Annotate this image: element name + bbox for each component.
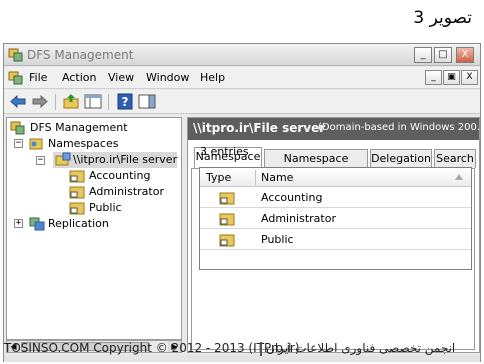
replication-icon [29,217,45,231]
entries-count: 3 entries [200,145,249,158]
console-tree: DFS Management − Namespaces \\itpro.ir\F… [6,117,182,340]
folder-link-icon [69,186,85,199]
column-type[interactable]: Type [206,171,231,184]
mdi-minimize-button[interactable]: _ [425,70,442,85]
tree-label-namespaces: Namespaces [48,137,119,150]
expand-toggle[interactable]: + [14,219,23,228]
namespace-root-icon [55,152,71,166]
list-header: Type Name [200,168,471,187]
menu-view[interactable]: View [108,71,134,84]
tree-label-accounting: Accounting [89,169,151,182]
tab-namespace-servers[interactable]: Namespace Servers [264,149,368,182]
back-arrow-icon[interactable] [9,93,27,110]
up-folder-icon[interactable] [62,93,80,110]
menu-help[interactable]: Help [200,71,225,84]
dfs-management-icon [10,121,25,135]
tree-item-namespace-file-server[interactable]: \\itpro.ir\File server [53,152,177,168]
tree-label-file-server: \\itpro.ir\File server [73,153,178,166]
mdi-restore-button[interactable]: ▣ [443,70,460,85]
folder-link-icon [219,234,235,247]
list-item[interactable]: Public [200,230,471,250]
collapse-toggle[interactable]: − [14,139,23,148]
tree-label-public: Public [89,201,122,214]
dfs-app-icon [8,48,23,62]
toolbar: ? [4,90,480,114]
menu-action[interactable]: Action [62,71,96,84]
list-item-name: Accounting [261,191,323,204]
collapse-toggle[interactable]: − [36,156,45,165]
folder-link-icon [219,213,235,226]
mdi-close-button[interactable]: X [461,70,478,85]
title-bar: DFS Management _ □ X [4,44,480,66]
tree-label-administrator: Administrator [89,185,164,198]
tree-item-accounting[interactable]: Accounting [69,168,177,184]
tree-item-namespaces[interactable]: − Namespaces [10,136,178,152]
page-caption: تصویر 3 [413,8,472,28]
action-pane-icon[interactable] [138,93,156,110]
column-divider[interactable] [255,170,256,185]
close-button[interactable]: X [456,47,474,63]
tree-label-replication: Replication [48,217,109,230]
toolbar-separator [55,94,56,110]
tab-search[interactable]: Search [434,149,476,168]
details-header-title: \\itpro.ir\File server [193,121,326,135]
details-header-subtitle: (Domain-based in Windows 200... [318,122,484,133]
maximize-button[interactable]: □ [434,47,452,63]
details-header: \\itpro.ir\File server (Domain-based in … [188,118,484,140]
menu-window[interactable]: Window [146,71,189,84]
namespace-list: Type Name Accounting Administrator Publi… [199,167,472,270]
menu-bar: File Action View Window Help _ ▣ X [4,67,480,89]
list-item-name: Administrator [261,212,336,225]
column-name[interactable]: Name [261,171,293,184]
menu-file[interactable]: File [29,71,47,84]
list-item[interactable]: Accounting [200,188,471,208]
folder-link-icon [69,170,85,183]
tree-item-public[interactable]: Public [69,200,177,216]
tab-delegation[interactable]: Delegation [370,149,432,168]
forward-arrow-icon[interactable] [31,93,49,110]
namespaces-icon [29,138,43,150]
copyright-text: TOSINSO.COM Copyright © 2012 - 2013 (ITP… [4,341,300,355]
list-item-name: Public [261,233,294,246]
folder-link-icon [69,202,85,215]
mmc-doc-icon[interactable] [8,70,23,85]
dfs-management-window: DFS Management _ □ X File Action View Wi… [3,43,484,362]
tree-label-dfs-management: DFS Management [30,121,128,134]
show-hide-tree-icon[interactable] [84,93,102,110]
footer-separator [260,342,262,356]
copyright-footer: TOSINSO.COM Copyright © 2012 - 2013 (ITP… [0,340,484,362]
tree-item-dfs-management[interactable]: DFS Management [10,120,178,136]
sort-ascending-icon [455,174,463,180]
tree-item-replication[interactable]: + Replication [10,216,178,232]
folder-link-icon [219,192,235,205]
minimize-button[interactable]: _ [414,47,432,63]
svg-text:?: ? [122,95,129,109]
list-item[interactable]: Administrator [200,209,471,229]
help-icon[interactable]: ? [116,93,134,110]
tree-item-administrator[interactable]: Administrator [69,184,177,200]
toolbar-separator [108,94,109,110]
window-title: DFS Management [27,48,134,62]
forum-text: انجمن تخصصی فناوری اطلاعات ایران [266,341,456,355]
